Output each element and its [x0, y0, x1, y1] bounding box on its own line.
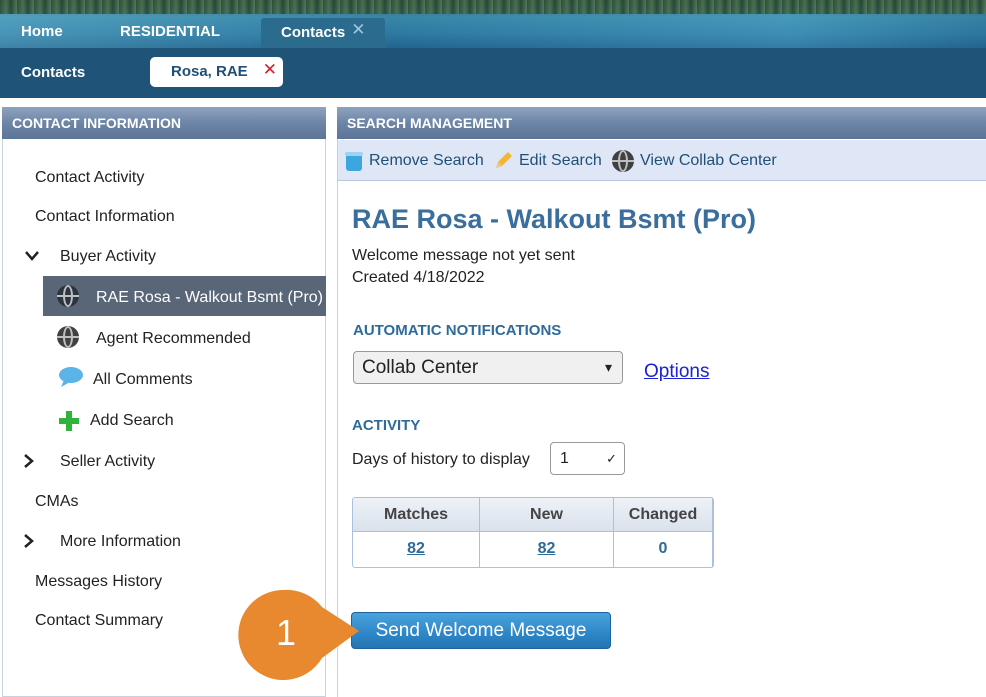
col-changed: Changed [614, 498, 713, 532]
days-history-select[interactable]: 1 ✓ [550, 442, 625, 475]
nav-seller-activity[interactable]: Seller Activity [60, 453, 155, 471]
top-nav-bar: Home RESIDENTIAL Contacts ✕ [0, 0, 986, 48]
nav-agent-recommended[interactable]: Agent Recommended [96, 330, 251, 348]
nav-more-information[interactable]: More Information [60, 533, 181, 551]
edit-search-button[interactable]: Edit Search [519, 152, 602, 170]
send-welcome-message-button[interactable]: Send Welcome Message [351, 612, 611, 649]
check-icon: ✓ [606, 451, 617, 466]
notification-select-value: Collab Center [362, 357, 479, 378]
nav-contact-information[interactable]: Contact Information [35, 208, 175, 226]
contacts-section-label[interactable]: Contacts [21, 64, 85, 81]
notifications-heading: AUTOMATIC NOTIFICATIONS [353, 322, 562, 339]
chevron-down-icon[interactable] [24, 250, 40, 262]
chevron-right-icon[interactable] [23, 453, 35, 469]
matches-count-link[interactable]: 82 [353, 532, 480, 567]
days-history-value: 1 [560, 450, 569, 467]
search-toolbar: Remove Search Edit Search View Collab Ce… [338, 140, 986, 181]
created-date: Created 4/18/2022 [352, 269, 485, 286]
nav-all-comments[interactable]: All Comments [93, 371, 193, 389]
view-collab-center-button[interactable]: View Collab Center [640, 152, 777, 170]
tab-home[interactable]: Home [21, 18, 63, 48]
days-history-label: Days of history to display [352, 451, 530, 468]
welcome-status: Welcome message not yet sent [352, 247, 575, 264]
changed-count: 0 [614, 532, 713, 567]
pencil-icon [496, 152, 512, 168]
nav-buyer-activity[interactable]: Buyer Activity [60, 248, 156, 266]
sub-nav-bar: Contacts [0, 48, 986, 98]
search-management-header: SEARCH MANAGEMENT [337, 107, 986, 139]
globe-icon [57, 326, 79, 348]
step-number: 1 [275, 612, 297, 653]
chevron-down-icon: ▾ [604, 359, 612, 375]
plus-icon [59, 411, 79, 431]
search-management-panel [337, 107, 986, 697]
activity-heading: ACTIVITY [352, 417, 421, 434]
new-count-link[interactable]: 82 [480, 532, 614, 567]
nav-messages-history[interactable]: Messages History [35, 573, 162, 591]
notification-select[interactable]: Collab Center ▾ [353, 351, 623, 384]
tab-contacts[interactable]: Contacts ✕ [261, 18, 386, 48]
tab-residential[interactable]: RESIDENTIAL [120, 18, 220, 48]
nav-contact-activity[interactable]: Contact Activity [35, 169, 144, 187]
globe-icon [612, 150, 634, 172]
trash-icon [345, 152, 363, 171]
col-new: New [480, 498, 614, 532]
nav-contact-summary[interactable]: Contact Summary [35, 612, 163, 630]
contact-info-header: CONTACT INFORMATION [2, 107, 326, 139]
chevron-right-icon[interactable] [23, 533, 35, 549]
search-title: RAE Rosa - Walkout Bsmt (Pro) [352, 204, 757, 234]
nav-add-search[interactable]: Add Search [90, 412, 174, 430]
col-matches: Matches [353, 498, 480, 532]
contact-chip-label: Rosa, RAE [171, 63, 248, 80]
contact-chip[interactable]: Rosa, RAE ✕ [150, 57, 283, 87]
close-tab-icon[interactable]: ✕ [351, 20, 365, 39]
remove-search-button[interactable]: Remove Search [369, 152, 484, 170]
activity-table: Matches New Changed 82 82 0 [352, 497, 714, 568]
options-link[interactable]: Options [644, 361, 709, 383]
tab-contacts-label: Contacts [281, 24, 346, 41]
nav-cmas[interactable]: CMAs [35, 493, 79, 511]
nav-search-rae-rosa[interactable]: RAE Rosa - Walkout Bsmt (Pro) [96, 289, 323, 307]
globe-icon [57, 285, 79, 307]
close-contact-icon[interactable]: ✕ [263, 55, 277, 85]
comment-icon [59, 367, 83, 387]
